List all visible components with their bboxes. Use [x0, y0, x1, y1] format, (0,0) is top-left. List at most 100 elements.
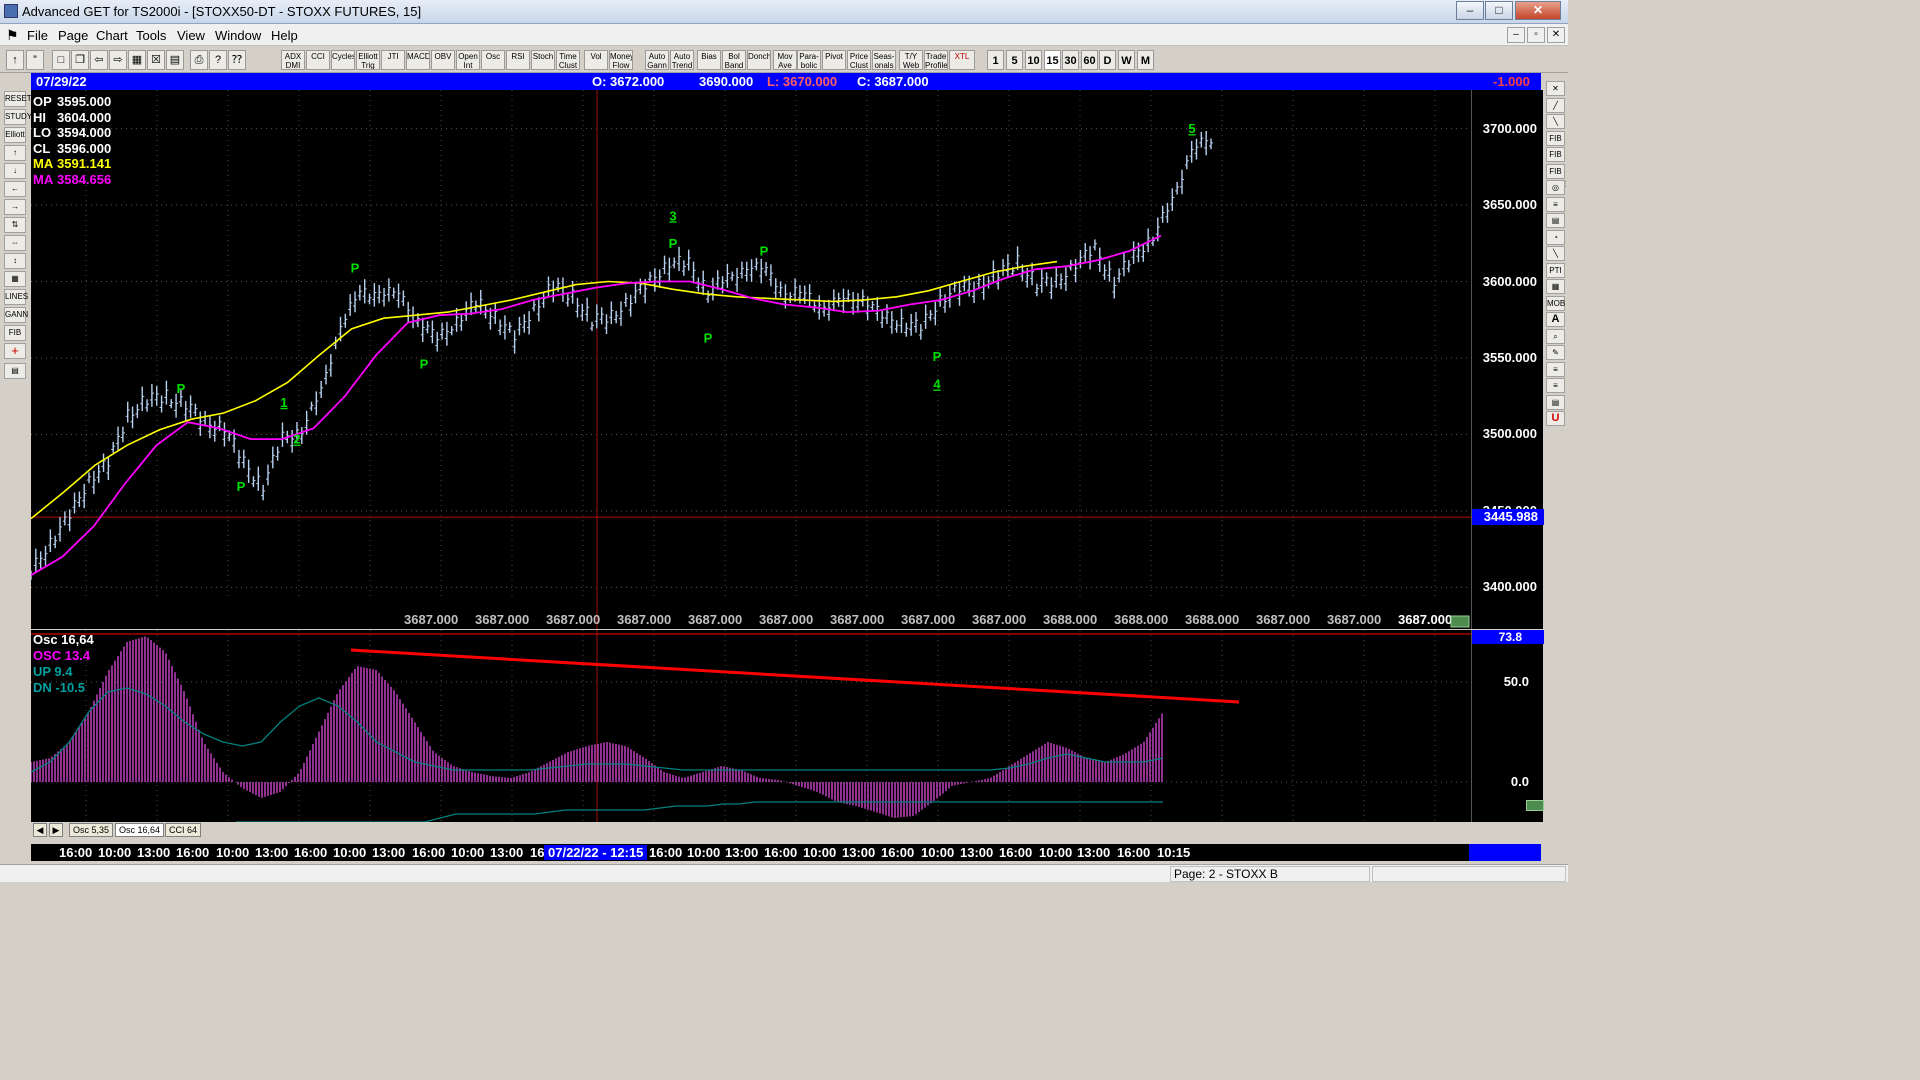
- study-button-para-bolic[interactable]: Para-bolic: [797, 50, 821, 70]
- study-button-open-int[interactable]: Open Int: [456, 50, 480, 70]
- right-tool-symbol[interactable]: ✎: [1546, 345, 1565, 360]
- maximize-button[interactable]: □: [1485, 1, 1513, 20]
- tab-scroll-left-button[interactable]: ◀: [33, 823, 47, 837]
- study-button-elliott-trig[interactable]: Elliott Trig: [356, 50, 380, 70]
- left-tool-symbol[interactable]: ↓: [4, 163, 26, 179]
- right-tool-symbol[interactable]: ✕: [1546, 81, 1565, 96]
- tab-cci-64[interactable]: CCI 64: [165, 823, 202, 837]
- study-button-obv[interactable]: OBV: [431, 50, 455, 70]
- period-button-w[interactable]: W: [1118, 50, 1135, 70]
- menu-chart[interactable]: Chart: [96, 28, 128, 43]
- study-button-vol[interactable]: Vol: [584, 50, 608, 70]
- study-button-trade-profile[interactable]: Trade Profile: [924, 50, 948, 70]
- menu-window[interactable]: Window: [215, 28, 261, 43]
- quote-icon[interactable]: ”: [26, 50, 44, 70]
- tab-scroll-right-button[interactable]: ▶: [49, 823, 63, 837]
- left-tool-reset[interactable]: RESET: [4, 91, 32, 107]
- right-tool-a[interactable]: A: [1546, 312, 1565, 327]
- left-tool-symbol[interactable]: →: [4, 199, 26, 215]
- left-tool-symbol[interactable]: ↑: [4, 145, 26, 161]
- study-button-bias[interactable]: Bias: [697, 50, 721, 70]
- menu-view[interactable]: View: [177, 28, 205, 43]
- study-button-auto-gann[interactable]: Auto Gann: [645, 50, 669, 70]
- context-help-icon[interactable]: ⁇: [228, 50, 246, 70]
- mdi-close-button[interactable]: ✕: [1547, 27, 1565, 43]
- right-tool-symbol[interactable]: ≡: [1546, 378, 1565, 393]
- menu-page[interactable]: Page: [58, 28, 88, 43]
- tab-osc-16-64[interactable]: Osc 16,64: [115, 823, 165, 837]
- layout-icon[interactable]: ▤: [166, 50, 184, 70]
- right-tool-symbol[interactable]: ╲: [1546, 114, 1565, 129]
- study-button-jti[interactable]: JTI: [381, 50, 405, 70]
- period-button-m[interactable]: M: [1137, 50, 1154, 70]
- close-button[interactable]: ✕: [1515, 1, 1561, 20]
- price-chart[interactable]: P 1 2 P P P 3 P P P P 4 5 3687.000 3687.000 3687.000 368…: [31, 90, 1471, 629]
- left-tool-fib[interactable]: FIB: [4, 325, 26, 341]
- study-button-bol-band[interactable]: Bol Band: [722, 50, 746, 70]
- period-button-d[interactable]: D: [1099, 50, 1116, 70]
- right-tool-symbol[interactable]: ◎: [1546, 180, 1565, 195]
- right-tool-symbol[interactable]: ⌕: [1546, 328, 1565, 344]
- right-tool-symbol[interactable]: ≡: [1546, 196, 1565, 212]
- left-tool-symbol[interactable]: ▦: [4, 271, 26, 287]
- study-button-pivot[interactable]: Pivot: [822, 50, 846, 70]
- study-button-seas-onals[interactable]: Seas-onals: [872, 50, 896, 70]
- cross-grid-icon[interactable]: ☒: [147, 50, 165, 70]
- grid-icon[interactable]: ▦: [128, 50, 146, 70]
- document-icon[interactable]: ⚑: [6, 27, 20, 43]
- minimize-button[interactable]: –: [1456, 1, 1484, 20]
- forward-icon[interactable]: ⇨: [109, 50, 127, 70]
- left-tool-symbol[interactable]: ⇔: [4, 235, 26, 251]
- right-tool-symbol[interactable]: ▤: [1546, 213, 1565, 228]
- study-button-t-y-web[interactable]: T/Y Web: [899, 50, 923, 70]
- right-tool-symbol[interactable]: ▦: [1546, 279, 1565, 294]
- study-button-stoch[interactable]: Stoch: [531, 50, 555, 70]
- price-chart-svg[interactable]: P 1 2 P P P 3 P P P P 4 5 3687.000 3687.000 3687.000 368…: [31, 90, 1471, 629]
- study-button-cycles[interactable]: Cycles: [331, 50, 355, 70]
- new-page-icon[interactable]: □: [52, 50, 70, 70]
- left-tool-gann[interactable]: GANN: [4, 307, 28, 323]
- study-button-osc[interactable]: Osc: [481, 50, 505, 70]
- period-button-60[interactable]: 60: [1081, 50, 1098, 70]
- right-tool-symbol[interactable]: ╲: [1546, 246, 1565, 261]
- study-button-macd[interactable]: MACD: [406, 50, 430, 70]
- back-icon[interactable]: ⇦: [90, 50, 108, 70]
- oscillator-chart[interactable]: Osc 16,64 OSC 13.4 UP 9.4 DN -10.5: [31, 630, 1471, 822]
- study-button-time-clust[interactable]: Time Clust: [556, 50, 580, 70]
- study-button-adx-dmi[interactable]: ADX DMI: [281, 50, 305, 70]
- print-icon[interactable]: ⎙: [190, 50, 208, 70]
- period-button-10[interactable]: 10: [1025, 50, 1042, 70]
- menu-file[interactable]: File: [27, 28, 48, 43]
- period-button-30[interactable]: 30: [1062, 50, 1079, 70]
- copy-icon[interactable]: ❐: [71, 50, 89, 70]
- left-tool-elliott[interactable]: Elliott: [4, 127, 26, 143]
- right-tool-fib-ret[interactable]: FIB RET: [1546, 130, 1565, 156]
- study-button-donch[interactable]: Donch: [747, 50, 771, 70]
- study-button-rsi[interactable]: RSI: [506, 50, 530, 70]
- left-tool-symbol[interactable]: ▤: [4, 363, 26, 379]
- left-tool-symbol[interactable]: ←: [4, 181, 26, 197]
- mdi-restore-button[interactable]: ▫: [1527, 27, 1545, 43]
- menu-help[interactable]: Help: [271, 28, 298, 43]
- right-tool-mob[interactable]: MOB: [1546, 295, 1565, 311]
- menu-tools[interactable]: Tools: [136, 28, 166, 43]
- pointer-icon[interactable]: ↑: [6, 50, 24, 70]
- study-button-money-flow[interactable]: Money Flow: [609, 50, 633, 70]
- oscillator-chart-svg[interactable]: [31, 630, 1471, 822]
- help-icon[interactable]: ?: [209, 50, 227, 70]
- left-tool-symbol[interactable]: +: [4, 343, 26, 359]
- right-tool-symbol[interactable]: ▤: [1546, 394, 1565, 410]
- right-tool-pti[interactable]: PTI: [1546, 262, 1565, 278]
- study-button-auto-trend[interactable]: Auto Trend: [670, 50, 694, 70]
- right-tool-symbol[interactable]: ≡: [1546, 361, 1565, 377]
- mdi-minimize-button[interactable]: –: [1507, 27, 1525, 43]
- period-button-15[interactable]: 15: [1044, 50, 1061, 70]
- right-tool-fib-ext[interactable]: FIB EXT: [1546, 147, 1565, 172]
- period-button-5[interactable]: 5: [1006, 50, 1023, 70]
- study-button-mov-ave[interactable]: Mov Ave: [773, 50, 797, 70]
- tab-osc-5-35[interactable]: Osc 5,35: [69, 823, 114, 837]
- study-button-cci[interactable]: CCI: [306, 50, 330, 70]
- study-button-xtl[interactable]: XTL: [949, 50, 975, 70]
- right-tool-u[interactable]: U: [1546, 411, 1565, 426]
- study-button-price-clust[interactable]: Price Clust: [847, 50, 871, 70]
